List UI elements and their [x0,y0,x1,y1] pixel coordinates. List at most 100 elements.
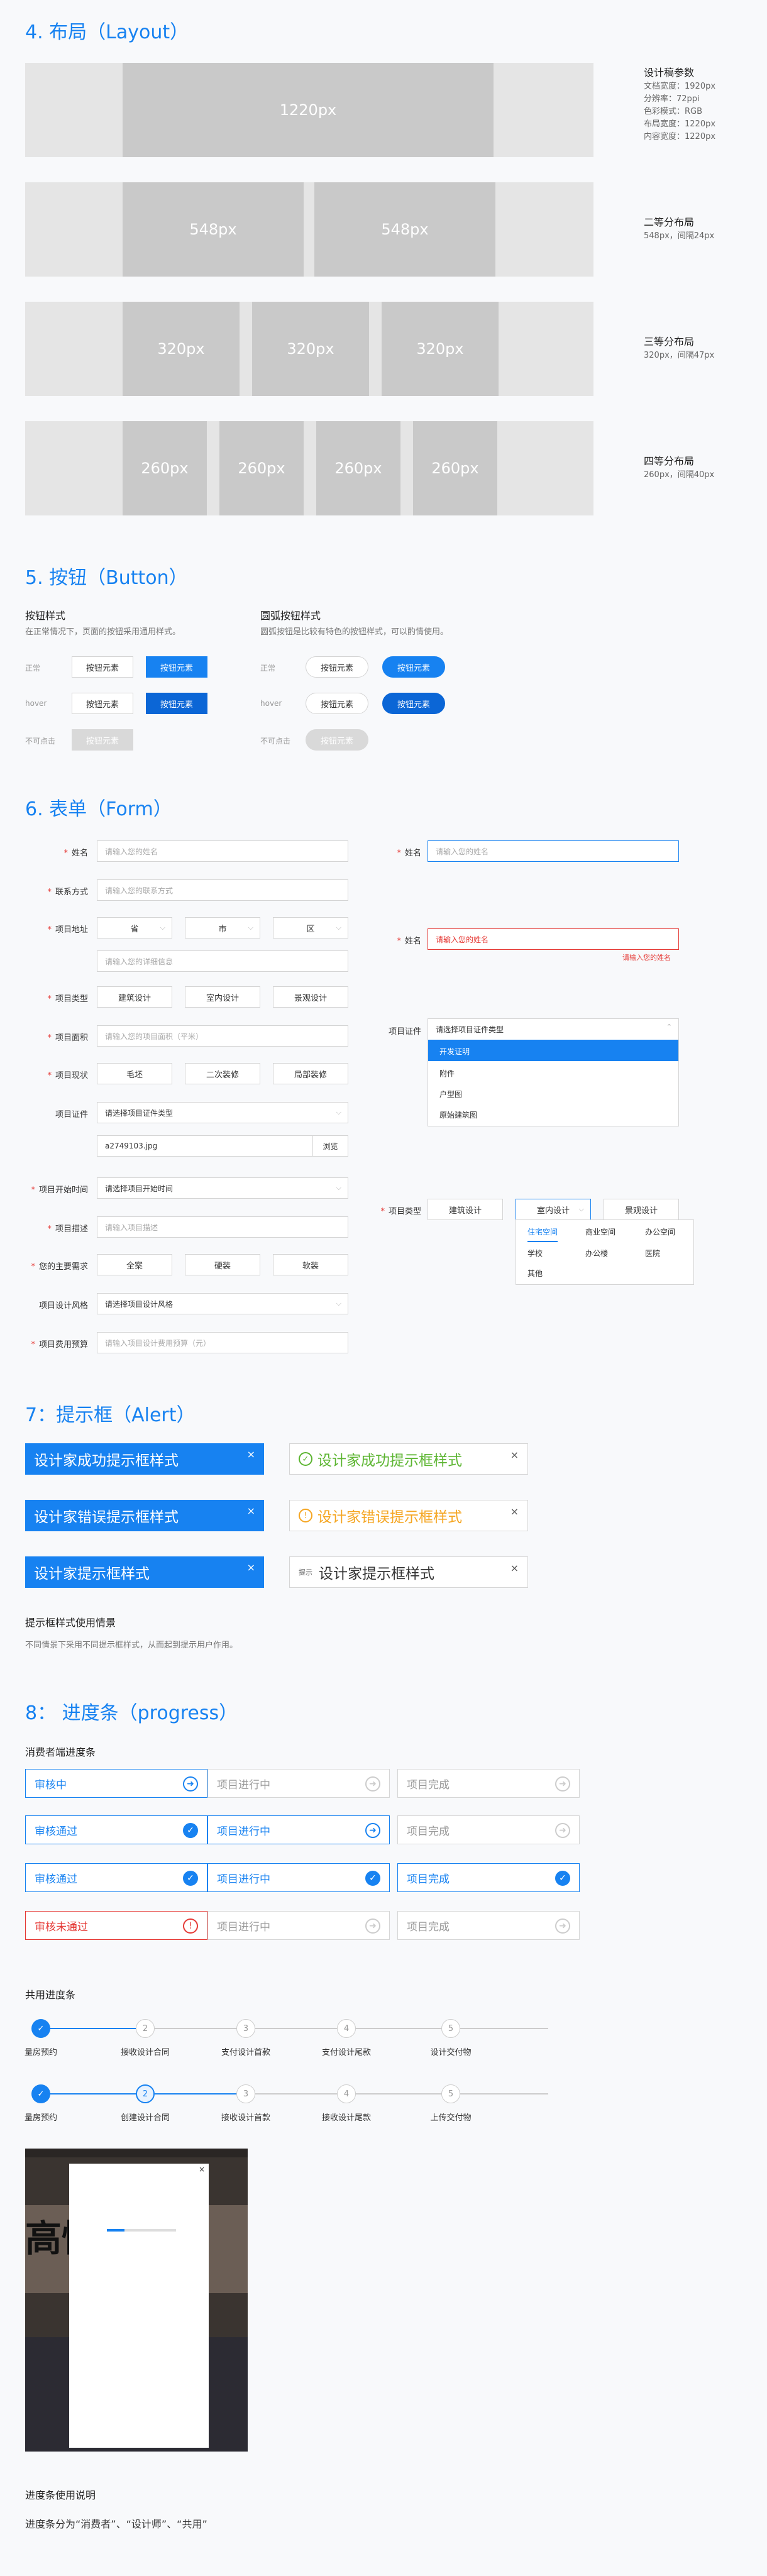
track2-line-todo [255,2093,548,2094]
track2-line-done [41,2093,141,2094]
cert-dropdown[interactable]: 请选择项目证件类型 ⌃ 开发证明 附件 户型图 原始建筑图 [428,1018,679,1126]
error-alert-outline: ! 设计家错误提示框样式 × [289,1500,528,1531]
subtype-tab[interactable]: 学校 [527,1248,543,1258]
contact-input[interactable]: 请输入您的联系方式 [97,879,348,901]
close-icon[interactable]: × [199,2165,205,2174]
project-type-option[interactable]: 室内设计 [185,986,260,1008]
track2-label: 接收设计首款 [221,2113,270,2123]
close-icon[interactable]: × [510,1449,519,1461]
desc-input[interactable]: 请输入项目描述 [97,1216,348,1238]
spec-line: 内容宽度：1220px [644,132,716,141]
browse-button[interactable]: 浏览 [312,1136,348,1156]
subtype-tab[interactable]: 其他 [527,1268,543,1279]
project-type-option[interactable]: 景观设计 [273,986,348,1008]
style-select[interactable]: 请选择项目设计风格 ⌵ [97,1293,348,1314]
name-error-message: 请输入您的姓名 [622,954,671,962]
cert-option[interactable]: 原始建筑图 [439,1109,477,1120]
cert-option[interactable]: 户型图 [439,1089,462,1099]
loading-dialog: × [69,2164,209,2448]
round-button-normal[interactable]: 按钮元素 [306,656,368,678]
progress-step-done: 审核通过 ✓ [25,1815,207,1844]
subtype-tab[interactable]: 办公楼 [585,1248,608,1258]
rect-button-hover[interactable]: 按钮元素 [72,693,133,714]
progress-step-todo: 项目进行中 ➜ [207,1769,390,1798]
track2-node-done: ✓ [31,2084,50,2103]
type-option[interactable]: 景观设计 [604,1199,679,1220]
city-select[interactable]: 市 ⌵ [185,917,260,938]
layout-four-box: 260px [123,421,207,515]
warning-circle-icon: ! [299,1509,312,1522]
cert-option[interactable]: 附件 [439,1068,455,1079]
check-circle-icon: ✓ [365,1871,380,1886]
name-input-error[interactable]: 请输入您的姓名 [428,928,679,950]
close-icon[interactable]: × [247,1561,255,1573]
chevron-down-icon: ⌵ [248,923,253,932]
round-primary-button-normal[interactable]: 按钮元素 [382,656,445,678]
progress-step-label: 项目进行中 [217,1778,270,1792]
check-icon: ✓ [37,2089,45,2099]
type-option[interactable]: 建筑设计 [428,1199,503,1220]
budget-input[interactable]: 请输入项目设计费用预算（元） [97,1332,348,1353]
round-button-hover[interactable]: 按钮元素 [306,693,368,714]
layout-four-box: 260px [413,421,497,515]
track2-label: 上传交付物 [430,2113,472,2123]
track2-node-current: 2 [136,2084,155,2103]
check-circle-icon: ✓ [183,1871,198,1886]
chevron-down-icon: ⌵ [336,1184,341,1192]
round-primary-button-hover[interactable]: 按钮元素 [382,693,445,714]
cert-option-active[interactable]: 开发证明 [428,1040,678,1061]
alert-usage-title: 提示框样式使用情景 [25,1617,116,1629]
alert-section-title: 7：提示框（Alert） [25,1404,196,1426]
needs-option[interactable]: 硬装 [185,1254,260,1275]
status-option[interactable]: 毛坯 [97,1063,172,1084]
status-option[interactable]: 二次装修 [185,1063,260,1084]
needs-option[interactable]: 软装 [273,1254,348,1275]
subtype-tab[interactable]: 医院 [645,1248,660,1258]
layout-single-band: 1220px [25,63,593,157]
start-time-select[interactable]: 请选择项目开始时间 ⌵ [97,1177,348,1199]
layout-four-box: 260px [219,421,304,515]
spec-line: 色彩模式：RGB [644,107,703,116]
close-icon[interactable]: × [247,1505,255,1517]
info-tag: 提示 [299,1568,312,1577]
subtype-tab[interactable]: 商业空间 [585,1226,615,1237]
progress-step-label: 审核中 [35,1778,67,1792]
status-option[interactable]: 局部装修 [273,1063,348,1084]
rect-button-normal[interactable]: 按钮元素 [72,656,133,678]
needs-option[interactable]: 全案 [97,1254,172,1275]
button-section-title: 5. 按钮（Button） [25,567,188,589]
rect-primary-button-hover[interactable]: 按钮元素 [146,693,207,714]
area-input[interactable]: 请输入您的项目面积（平米） [97,1025,348,1047]
cert-file-field[interactable]: a2749103.jpg 浏览 [97,1135,348,1157]
chevron-down-icon: ⌵ [160,923,165,932]
layout-three-desc: 320px，间隔47px [644,351,715,360]
progress-section-title: 8： 进度条（progress） [25,1702,238,1724]
track1-line-done [41,2028,141,2029]
rect-primary-button-normal[interactable]: 按钮元素 [146,656,207,678]
close-icon[interactable]: × [510,1562,519,1574]
province-select[interactable]: 省 ⌵ [97,917,172,938]
close-icon[interactable]: × [510,1505,519,1517]
track2-node: 5 [441,2084,460,2103]
name-input-focused[interactable]: 请输入您的姓名 [428,840,679,862]
progress-step-error: 审核未通过! [25,1911,207,1940]
progress-step-todo: 项目完成 ➜ [397,1769,580,1798]
budget-label: * 项目费用预算 [31,1340,88,1350]
layout-two-box: 548px [123,182,304,277]
name-focus-label: * 姓名 [397,849,421,858]
shared-progress-title: 共用进度条 [25,1989,76,2001]
cert-select[interactable]: 请选择项目证件类型 ⌵ [97,1102,348,1123]
close-icon[interactable]: × [247,1448,255,1460]
project-type-option[interactable]: 建筑设计 [97,986,172,1008]
error-alert-filled: 设计家错误提示框样式 × [25,1500,264,1531]
name-label: * 姓名 [63,849,88,858]
address-detail-input[interactable]: 请输入您的详细信息 [97,950,348,972]
check-circle-icon: ✓ [555,1871,570,1886]
name-input[interactable]: 请输入您的姓名 [97,840,348,862]
type-option-open[interactable]: 室内设计 ⌵ [516,1199,591,1220]
subtype-tab[interactable]: 办公空间 [645,1226,675,1237]
subtype-tab-active[interactable]: 住宅空间 [527,1226,558,1242]
progress-step-label: 项目完成 [407,1873,450,1886]
layout-two-box: 548px [314,182,495,277]
layout-three-title: 三等分布局 [644,336,695,348]
